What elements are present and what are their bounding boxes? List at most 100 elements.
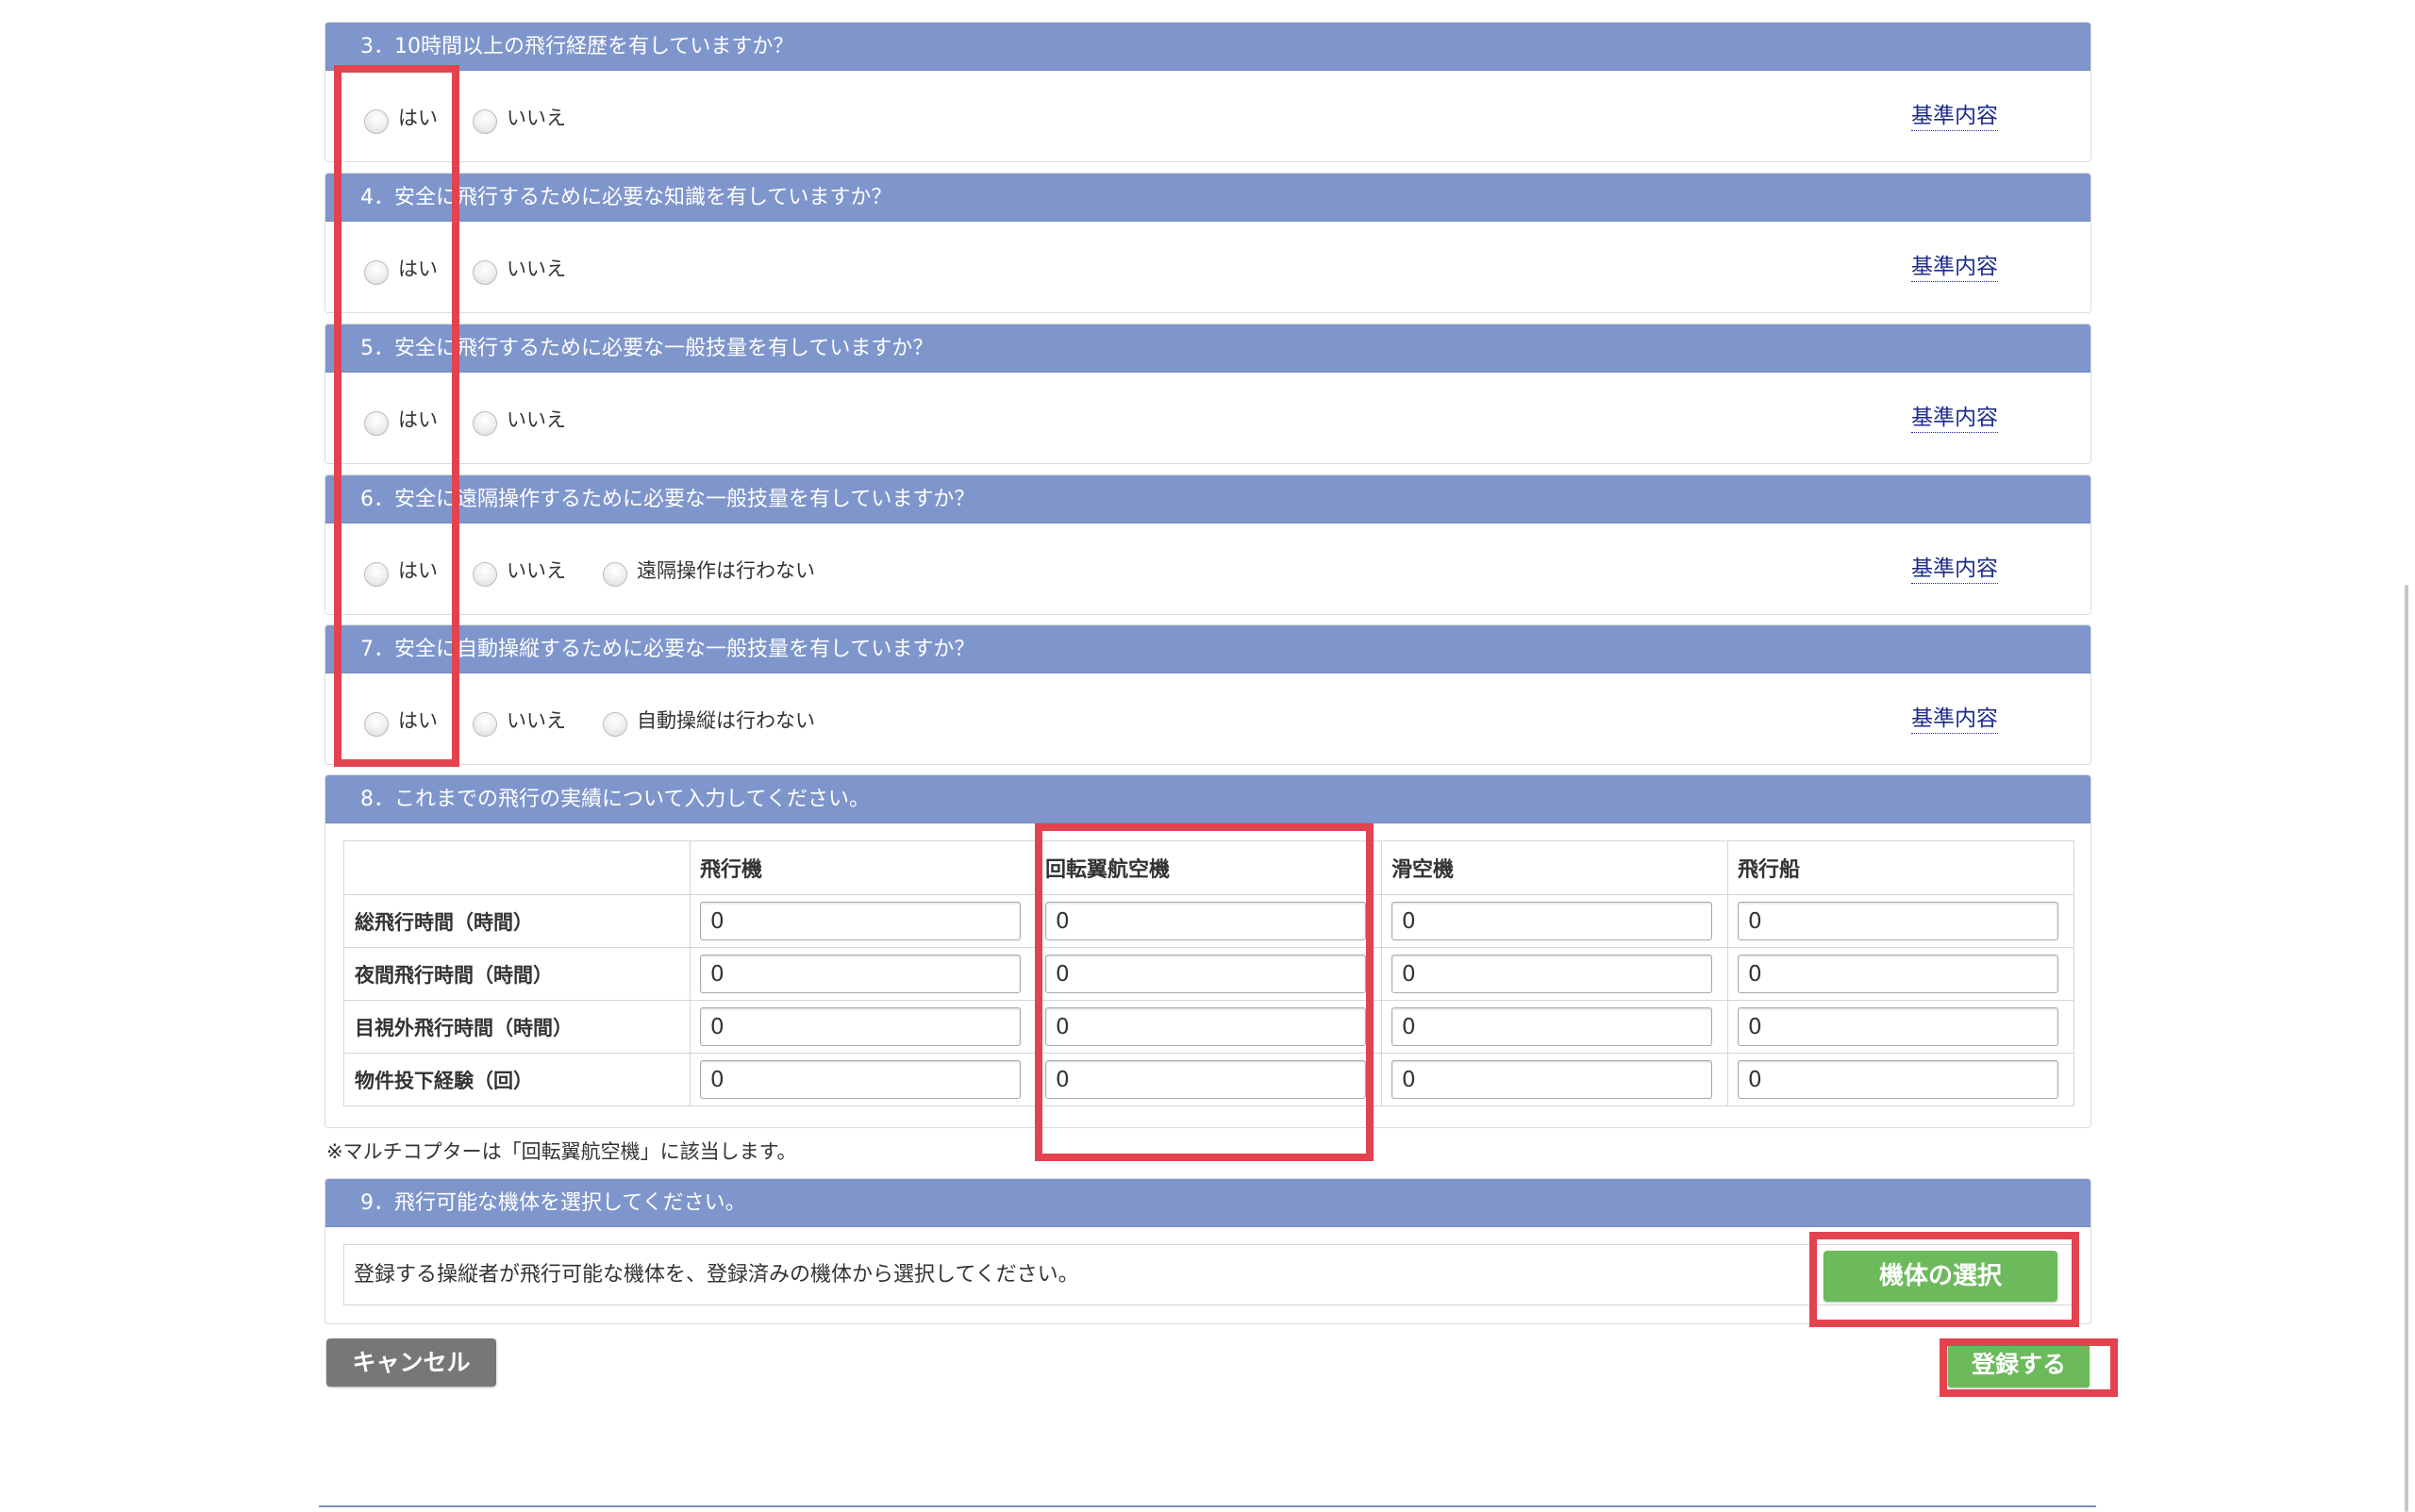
aircraft-selection-box: 登録する操縦者が飛行可能な機体を、登録済みの機体から選択してください。 機体の選… bbox=[343, 1244, 2074, 1305]
row-label-night-flight-hours: 夜間飛行時間（時間） bbox=[343, 947, 691, 1001]
night-hours-glider-input[interactable] bbox=[1391, 955, 1712, 993]
radio-label: はい bbox=[398, 258, 438, 280]
drop-count-airship-input[interactable] bbox=[1738, 1060, 2058, 1099]
table-cell bbox=[1727, 1053, 2074, 1106]
radio-option-no[interactable]: いいえ bbox=[473, 252, 566, 285]
table-cell bbox=[1381, 894, 1728, 948]
table-cell bbox=[1381, 1053, 1728, 1106]
question-6-title: 6．安全に遠隔操作するために必要な一般技量を有していますか？ bbox=[325, 475, 2090, 523]
table-cell bbox=[1381, 1000, 1728, 1054]
criteria-link[interactable]: 基準内容 bbox=[1911, 253, 1998, 282]
bvlos-hours-airplane-input[interactable] bbox=[700, 1007, 1021, 1046]
criteria-link[interactable]: 基準内容 bbox=[1911, 555, 1998, 584]
radio-option-yes[interactable]: はい bbox=[364, 252, 438, 285]
bvlos-hours-rotorcraft-input[interactable] bbox=[1045, 1007, 1366, 1046]
total-hours-glider-input[interactable] bbox=[1391, 902, 1712, 940]
bvlos-hours-airship-input[interactable] bbox=[1738, 1007, 2058, 1046]
total-hours-airplane-input[interactable] bbox=[700, 902, 1021, 940]
radio-button[interactable] bbox=[364, 109, 389, 134]
drop-count-glider-input[interactable] bbox=[1391, 1060, 1712, 1099]
table-cell bbox=[1727, 894, 2074, 948]
radio-option-no-autopilot[interactable]: 自動操縦は行わない bbox=[603, 704, 815, 737]
aircraft-selection-title: 9．飛行可能な機体を選択してください。 bbox=[325, 1179, 2090, 1227]
question-4-title: 4．安全に飛行するために必要な知識を有していますか？ bbox=[325, 174, 2090, 222]
radio-option-no-remote-operation[interactable]: 遠隔操作は行わない bbox=[603, 554, 815, 587]
radio-option-yes[interactable]: はい bbox=[364, 403, 438, 436]
cancel-button[interactable]: キャンセル bbox=[326, 1338, 496, 1387]
question-3-body: はい いいえ 基準内容 bbox=[325, 71, 2090, 161]
radio-button[interactable] bbox=[473, 712, 497, 737]
table-cell bbox=[1035, 1000, 1382, 1054]
flight-record-section: 8．これまでの飛行の実績について入力してください。 飛行機 回転翼航空機 滑空機… bbox=[325, 774, 2091, 1128]
register-button[interactable]: 登録する bbox=[1948, 1341, 2090, 1387]
radio-button[interactable] bbox=[364, 562, 389, 587]
column-header-rotorcraft: 回転翼航空機 bbox=[1035, 840, 1382, 895]
table-cell bbox=[1035, 947, 1382, 1001]
question-5-title: 5．安全に飛行するために必要な一般技量を有していますか？ bbox=[325, 324, 2090, 373]
row-label-drop-experience: 物件投下経験（回） bbox=[343, 1053, 691, 1106]
table-header-empty bbox=[343, 840, 691, 895]
aircraft-selection-section: 9．飛行可能な機体を選択してください。 登録する操縦者が飛行可能な機体を、登録済… bbox=[325, 1178, 2091, 1324]
radio-option-no[interactable]: いいえ bbox=[473, 403, 566, 436]
criteria-link[interactable]: 基準内容 bbox=[1911, 404, 1998, 433]
total-hours-rotorcraft-input[interactable] bbox=[1045, 902, 1366, 940]
radio-label: いいえ bbox=[507, 408, 566, 431]
question-4-section: 4．安全に飛行するために必要な知識を有していますか？ はい いいえ 基準内容 bbox=[325, 173, 2091, 313]
radio-button[interactable] bbox=[603, 712, 627, 737]
radio-option-no[interactable]: いいえ bbox=[473, 554, 566, 587]
total-hours-airship-input[interactable] bbox=[1738, 902, 2058, 940]
drop-count-rotorcraft-input[interactable] bbox=[1045, 1060, 1366, 1099]
radio-button[interactable] bbox=[603, 562, 627, 587]
radio-button[interactable] bbox=[473, 411, 497, 436]
criteria-link[interactable]: 基準内容 bbox=[1911, 705, 1998, 734]
question-5-body: はい いいえ 基準内容 bbox=[325, 373, 2090, 463]
radio-button[interactable] bbox=[473, 562, 497, 587]
radio-option-yes[interactable]: はい bbox=[364, 101, 438, 134]
radio-button[interactable] bbox=[473, 260, 497, 285]
radio-label: はい bbox=[398, 709, 438, 732]
radio-label: 自動操縦は行わない bbox=[637, 709, 815, 732]
row-label-total-flight-hours: 総飛行時間（時間） bbox=[343, 894, 691, 948]
question-3-title: 3．10時間以上の飛行経歴を有していますか？ bbox=[325, 23, 2090, 71]
radio-option-yes[interactable]: はい bbox=[364, 704, 438, 737]
radio-label: いいえ bbox=[507, 107, 566, 129]
column-header-airplane: 飛行機 bbox=[690, 840, 1036, 895]
footer-divider bbox=[319, 1505, 2096, 1507]
table-cell bbox=[1381, 947, 1728, 1001]
question-5-section: 5．安全に飛行するために必要な一般技量を有していますか？ はい いいえ 基準内容 bbox=[325, 324, 2091, 464]
radio-option-no[interactable]: いいえ bbox=[473, 704, 566, 737]
table-cell bbox=[690, 894, 1036, 948]
table-cell bbox=[690, 947, 1036, 1001]
night-hours-airplane-input[interactable] bbox=[700, 955, 1021, 993]
bvlos-hours-glider-input[interactable] bbox=[1391, 1007, 1712, 1046]
radio-option-yes[interactable]: はい bbox=[364, 554, 438, 587]
question-4-body: はい いいえ 基準内容 bbox=[325, 222, 2090, 312]
question-6-body: はい いいえ 遠隔操作は行わない 基準内容 bbox=[325, 523, 2090, 614]
table-cell bbox=[1035, 894, 1382, 948]
table-header-row: 飛行機 回転翼航空機 滑空機 飛行船 bbox=[343, 840, 2074, 895]
column-header-airship: 飛行船 bbox=[1727, 840, 2074, 895]
flight-record-table: 飛行機 回転翼航空機 滑空機 飛行船 総飛行時間（時間） 夜間飛行時間（時間） bbox=[343, 840, 2074, 1106]
aircraft-selection-instruction: 登録する操縦者が飛行可能な機体を、登録済みの機体から選択してください。 bbox=[354, 1263, 1079, 1287]
radio-label: はい bbox=[398, 107, 438, 129]
criteria-link[interactable]: 基準内容 bbox=[1911, 102, 1998, 131]
radio-option-no[interactable]: いいえ bbox=[473, 101, 566, 134]
radio-button[interactable] bbox=[364, 411, 389, 436]
radio-button[interactable] bbox=[364, 260, 389, 285]
radio-button[interactable] bbox=[364, 712, 389, 737]
table-row: 目視外飛行時間（時間） bbox=[343, 1000, 2074, 1054]
radio-label: はい bbox=[398, 559, 438, 582]
night-hours-airship-input[interactable] bbox=[1738, 955, 2058, 993]
column-header-glider: 滑空機 bbox=[1381, 840, 1728, 895]
radio-label: いいえ bbox=[507, 559, 566, 582]
drop-count-airplane-input[interactable] bbox=[700, 1060, 1021, 1099]
table-row: 総飛行時間（時間） bbox=[343, 894, 2074, 948]
table-row: 夜間飛行時間（時間） bbox=[343, 947, 2074, 1001]
select-aircraft-button[interactable]: 機体の選択 bbox=[1824, 1251, 2057, 1302]
vertical-scrollbar[interactable] bbox=[2405, 585, 2408, 1512]
radio-label: いいえ bbox=[507, 709, 566, 732]
radio-button[interactable] bbox=[473, 109, 497, 134]
radio-label: はい bbox=[398, 408, 438, 431]
night-hours-rotorcraft-input[interactable] bbox=[1045, 955, 1366, 993]
table-cell bbox=[690, 1000, 1036, 1054]
